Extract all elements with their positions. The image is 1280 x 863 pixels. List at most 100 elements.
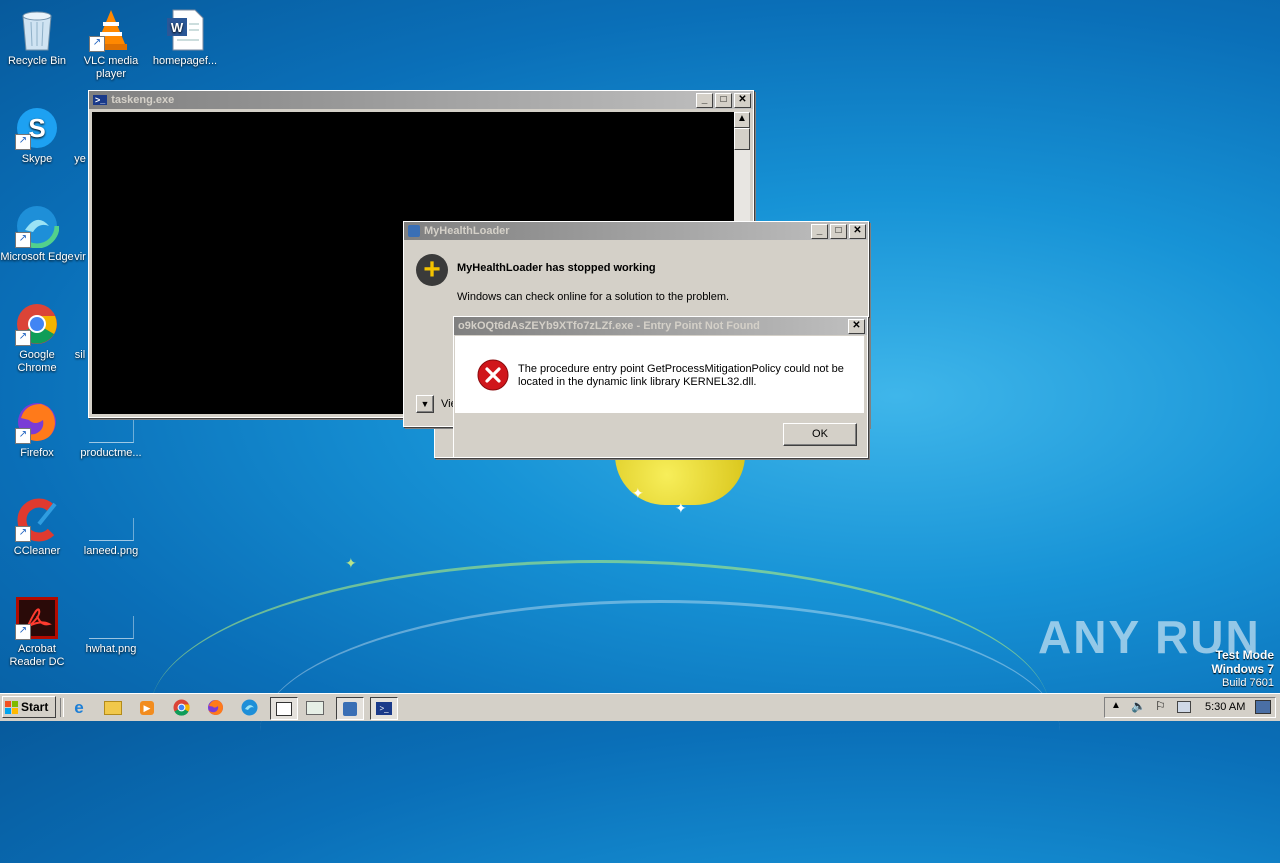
desktop-icon-label: VLC media player — [83, 55, 139, 80]
window-icon — [276, 701, 292, 716]
console-icon: >_ — [376, 702, 392, 715]
wallpaper-sparkle: ✦ — [675, 500, 687, 516]
recycle-bin-icon — [15, 8, 59, 52]
maximize-button[interactable]: □ — [830, 223, 847, 239]
vlc-icon: ↗ — [89, 8, 133, 52]
shortcut-arrow-icon: ↗ — [15, 526, 31, 542]
taskbar-ie[interactable]: e — [66, 697, 92, 718]
internet-explorer-icon: e — [74, 697, 84, 717]
taskbar-firefox[interactable] — [202, 697, 228, 718]
taskbar-separator — [60, 698, 64, 717]
desktop-icon-label: Recycle Bin — [7, 55, 67, 67]
close-button[interactable]: ✕ — [849, 223, 866, 239]
scroll-thumb[interactable] — [734, 128, 750, 150]
svg-text:W: W — [171, 20, 184, 35]
firefox-icon — [207, 700, 223, 715]
desktop-icon-vlc[interactable]: ↗ VLC media player — [74, 8, 148, 81]
shortcut-arrow-icon: ↗ — [89, 36, 105, 52]
desktop-icon-label: Firefox — [20, 447, 54, 459]
wallpaper-sparkle: ✦ — [632, 485, 644, 501]
firefox-icon: ↗ — [15, 400, 59, 444]
shortcut-arrow-icon: ↗ — [15, 330, 31, 346]
build-label: Build 7601 — [1222, 677, 1274, 689]
file-icon — [88, 420, 134, 443]
taskbar-explorer[interactable] — [100, 697, 126, 718]
shortcut-arrow-icon: ↗ — [15, 428, 31, 444]
error-dialog-title: o9kOQt6dAsZEYb9XTfo7zLZf.exe - Entry Poi… — [458, 320, 760, 332]
show-desktop-button[interactable] — [1255, 700, 1271, 714]
os-label: Windows 7 — [1211, 662, 1274, 676]
show-hidden-icons-button[interactable]: ▲ — [1111, 700, 1121, 711]
action-center-flag-icon[interactable]: ⚐ — [1155, 699, 1166, 713]
skype-icon: S ↗ — [15, 106, 59, 150]
minimize-button[interactable]: _ — [696, 92, 713, 108]
crash-heading: MyHealthLoader has stopped working — [457, 262, 656, 274]
console-app-icon: >_ — [93, 95, 108, 105]
error-message-line1: The procedure entry point GetProcessMiti… — [518, 363, 844, 375]
chrome-icon — [173, 699, 190, 716]
error-dialog[interactable]: o9kOQt6dAsZEYb9XTfo7zLZf.exe - Entry Poi… — [453, 316, 868, 458]
start-label: Start — [21, 700, 49, 714]
wallpaper-sparkle: ✦ — [345, 555, 357, 571]
close-button[interactable]: ✕ — [848, 318, 865, 334]
desktop-icon-ccleaner[interactable]: ↗ CCleaner — [0, 498, 74, 558]
test-mode-label: Test Mode — [1215, 648, 1274, 662]
minimize-button[interactable]: _ — [811, 223, 828, 239]
app-icon — [408, 225, 420, 237]
edge-icon — [241, 699, 257, 716]
desktop-icon-hwhat[interactable]: hwhat.png — [74, 596, 148, 656]
shortcut-arrow-icon: ↗ — [15, 624, 31, 640]
desktop-icon-homepage[interactable]: W homepagef... — [148, 8, 222, 68]
word-document-icon: W — [163, 8, 207, 52]
ccleaner-icon: ↗ — [15, 498, 59, 542]
console-titlebar[interactable]: >_ taskeng.exe _ □ ✕ — [89, 91, 753, 109]
error-dialog-titlebar[interactable]: o9kOQt6dAsZEYb9XTfo7zLZf.exe - Entry Poi… — [454, 317, 867, 335]
scroll-up-button[interactable]: ▲ — [734, 112, 750, 128]
maximize-button[interactable]: □ — [715, 92, 732, 108]
close-button[interactable]: ✕ — [734, 92, 751, 108]
desktop-icon-label: hwhat.png — [85, 643, 137, 655]
media-player-icon: ▶ — [140, 700, 154, 715]
folder-icon — [104, 700, 122, 715]
health-loader-icon: + — [416, 254, 448, 286]
taskbar-media-player[interactable]: ▶ — [134, 697, 160, 718]
desktop-icon-recycle-bin[interactable]: Recycle Bin — [0, 8, 74, 68]
desktop-icon-label: productme... — [80, 447, 142, 459]
image-file-icon — [88, 518, 134, 541]
crash-dialog-title: MyHealthLoader — [424, 225, 510, 237]
desktop-icon-label: homepagef... — [152, 55, 218, 67]
chrome-icon: ↗ — [15, 302, 59, 346]
wallpaper-swoosh — [260, 600, 1060, 863]
view-details-toggle[interactable]: ▼ — [416, 395, 434, 413]
taskbar: Start e ▶ >_ ▲ 🔈 ⚐ 5:30 AM — [0, 693, 1280, 721]
error-message-line2: located in the dynamic link library KERN… — [518, 376, 757, 388]
volume-icon[interactable]: 🔈 — [1131, 699, 1146, 713]
crash-dialog-titlebar[interactable]: MyHealthLoader _ □ ✕ — [404, 222, 868, 240]
network-icon[interactable] — [1177, 701, 1191, 713]
console-title: taskeng.exe — [111, 94, 175, 106]
desktop-icon-acrobat[interactable]: ↗ Acrobat Reader DC — [0, 596, 74, 669]
windows-logo-icon — [5, 700, 18, 714]
crash-message: Windows can check online for a solution … — [457, 291, 730, 303]
shortcut-arrow-icon: ↗ — [15, 134, 31, 150]
ok-button[interactable]: OK — [783, 423, 857, 446]
desktop-icon-laneed[interactable]: laneed.png — [74, 498, 148, 558]
taskbar-task-4[interactable]: >_ — [370, 697, 398, 720]
window-icon — [306, 700, 324, 715]
error-body: The procedure entry point GetProcessMiti… — [455, 336, 864, 413]
acrobat-icon: ↗ — [15, 596, 59, 640]
taskbar-task-2[interactable] — [302, 697, 328, 718]
shortcut-arrow-icon: ↗ — [15, 232, 31, 248]
clock[interactable]: 5:30 AM — [1205, 701, 1245, 713]
system-tray: ▲ 🔈 ⚐ 5:30 AM — [1104, 697, 1276, 718]
taskbar-edge[interactable] — [236, 697, 262, 718]
taskbar-task-3[interactable] — [336, 697, 364, 720]
taskbar-task-1[interactable] — [270, 697, 298, 720]
desktop-icon-label: Acrobat Reader DC — [9, 643, 65, 668]
start-button[interactable]: Start — [2, 696, 56, 718]
taskbar-chrome[interactable] — [168, 697, 194, 718]
image-file-icon — [88, 616, 134, 639]
desktop-icon-firefox[interactable]: ↗ Firefox — [0, 400, 74, 460]
test-mode-text: Test Mode Windows 7 Build 7601 — [1211, 648, 1274, 690]
desktop-icon-label: CCleaner — [13, 545, 61, 557]
